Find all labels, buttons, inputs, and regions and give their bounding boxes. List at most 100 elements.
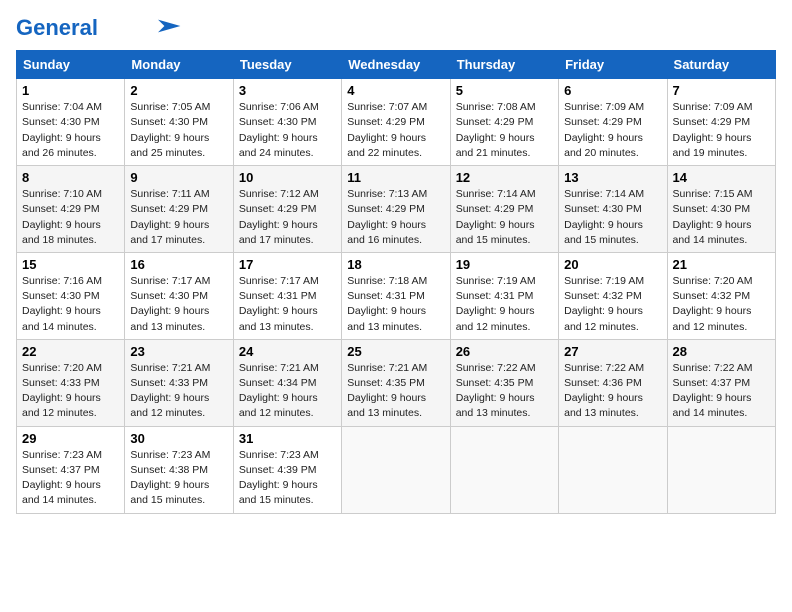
day-number: 11 [347, 170, 444, 185]
day-info: Sunrise: 7:21 AMSunset: 4:35 PMDaylight:… [347, 361, 444, 422]
dow-cell: Sunday [17, 51, 125, 79]
calendar-day: 8 Sunrise: 7:10 AMSunset: 4:29 PMDaylight… [17, 166, 125, 253]
day-number: 4 [347, 83, 444, 98]
day-info: Sunrise: 7:14 AMSunset: 4:29 PMDaylight:… [456, 187, 553, 248]
day-number: 9 [130, 170, 227, 185]
day-number: 20 [564, 257, 661, 272]
calendar-day: 20 Sunrise: 7:19 AMSunset: 4:32 PMDayligh… [559, 252, 667, 339]
day-info: Sunrise: 7:22 AMSunset: 4:35 PMDaylight:… [456, 361, 553, 422]
day-number: 13 [564, 170, 661, 185]
calendar-day: 22 Sunrise: 7:20 AMSunset: 4:33 PMDayligh… [17, 339, 125, 426]
day-number: 22 [22, 344, 119, 359]
day-info: Sunrise: 7:23 AMSunset: 4:38 PMDaylight:… [130, 448, 227, 509]
calendar-day: 27 Sunrise: 7:22 AMSunset: 4:36 PMDayligh… [559, 339, 667, 426]
day-info: Sunrise: 7:17 AMSunset: 4:31 PMDaylight:… [239, 274, 336, 335]
day-number: 1 [22, 83, 119, 98]
calendar-day: 7 Sunrise: 7:09 AMSunset: 4:29 PMDaylight… [667, 79, 775, 166]
day-info: Sunrise: 7:09 AMSunset: 4:29 PMDaylight:… [673, 100, 770, 161]
day-info: Sunrise: 7:06 AMSunset: 4:30 PMDaylight:… [239, 100, 336, 161]
calendar-day: 10 Sunrise: 7:12 AMSunset: 4:29 PMDayligh… [233, 166, 341, 253]
day-number: 16 [130, 257, 227, 272]
day-info: Sunrise: 7:23 AMSunset: 4:37 PMDaylight:… [22, 448, 119, 509]
day-number: 23 [130, 344, 227, 359]
calendar-week: 1 Sunrise: 7:04 AMSunset: 4:30 PMDaylight… [17, 79, 776, 166]
day-number: 3 [239, 83, 336, 98]
day-number: 2 [130, 83, 227, 98]
calendar-day: 30 Sunrise: 7:23 AMSunset: 4:38 PMDayligh… [125, 426, 233, 513]
calendar-day [342, 426, 450, 513]
day-info: Sunrise: 7:19 AMSunset: 4:31 PMDaylight:… [456, 274, 553, 335]
day-number: 30 [130, 431, 227, 446]
day-info: Sunrise: 7:14 AMSunset: 4:30 PMDaylight:… [564, 187, 661, 248]
day-number: 8 [22, 170, 119, 185]
day-info: Sunrise: 7:10 AMSunset: 4:29 PMDaylight:… [22, 187, 119, 248]
dow-cell: Monday [125, 51, 233, 79]
day-number: 28 [673, 344, 770, 359]
calendar-day: 16 Sunrise: 7:17 AMSunset: 4:30 PMDayligh… [125, 252, 233, 339]
day-number: 29 [22, 431, 119, 446]
day-info: Sunrise: 7:21 AMSunset: 4:34 PMDaylight:… [239, 361, 336, 422]
day-number: 31 [239, 431, 336, 446]
day-number: 10 [239, 170, 336, 185]
day-info: Sunrise: 7:22 AMSunset: 4:37 PMDaylight:… [673, 361, 770, 422]
calendar-day: 15Sunrise: 7:16 AMSunset: 4:30 PMDayligh… [17, 252, 125, 339]
calendar-table: SundayMondayTuesdayWednesdayThursdayFrid… [16, 50, 776, 513]
calendar-day: 17 Sunrise: 7:17 AMSunset: 4:31 PMDayligh… [233, 252, 341, 339]
day-number: 7 [673, 83, 770, 98]
day-info: Sunrise: 7:17 AMSunset: 4:30 PMDaylight:… [130, 274, 227, 335]
calendar-day: 26Sunrise: 7:22 AMSunset: 4:35 PMDayligh… [450, 339, 558, 426]
day-info: Sunrise: 7:18 AMSunset: 4:31 PMDaylight:… [347, 274, 444, 335]
calendar-day: 31 Sunrise: 7:23 AMSunset: 4:39 PMDayligh… [233, 426, 341, 513]
day-number: 24 [239, 344, 336, 359]
calendar-day: 13 Sunrise: 7:14 AMSunset: 4:30 PMDayligh… [559, 166, 667, 253]
day-info: Sunrise: 7:15 AMSunset: 4:30 PMDaylight:… [673, 187, 770, 248]
calendar-week: 15Sunrise: 7:16 AMSunset: 4:30 PMDayligh… [17, 252, 776, 339]
calendar-week: 29 Sunrise: 7:23 AMSunset: 4:37 PMDayligh… [17, 426, 776, 513]
calendar-day: 28 Sunrise: 7:22 AMSunset: 4:37 PMDayligh… [667, 339, 775, 426]
day-number: 17 [239, 257, 336, 272]
calendar-day: 19Sunrise: 7:19 AMSunset: 4:31 PMDayligh… [450, 252, 558, 339]
day-number: 6 [564, 83, 661, 98]
calendar-day: 6 Sunrise: 7:09 AMSunset: 4:29 PMDaylight… [559, 79, 667, 166]
day-info: Sunrise: 7:08 AMSunset: 4:29 PMDaylight:… [456, 100, 553, 161]
day-info: Sunrise: 7:22 AMSunset: 4:36 PMDaylight:… [564, 361, 661, 422]
day-info: Sunrise: 7:12 AMSunset: 4:29 PMDaylight:… [239, 187, 336, 248]
day-info: Sunrise: 7:07 AMSunset: 4:29 PMDaylight:… [347, 100, 444, 161]
dow-cell: Wednesday [342, 51, 450, 79]
day-number: 12 [456, 170, 553, 185]
calendar-day: 14Sunrise: 7:15 AMSunset: 4:30 PMDayligh… [667, 166, 775, 253]
calendar-day: 25 Sunrise: 7:21 AMSunset: 4:35 PMDayligh… [342, 339, 450, 426]
day-info: Sunrise: 7:19 AMSunset: 4:32 PMDaylight:… [564, 274, 661, 335]
day-info: Sunrise: 7:23 AMSunset: 4:39 PMDaylight:… [239, 448, 336, 509]
calendar-day: 23 Sunrise: 7:21 AMSunset: 4:33 PMDayligh… [125, 339, 233, 426]
day-info: Sunrise: 7:05 AMSunset: 4:30 PMDaylight:… [130, 100, 227, 161]
page-header: General [16, 16, 776, 38]
day-info: Sunrise: 7:04 AMSunset: 4:30 PMDaylight:… [22, 100, 119, 161]
calendar-day [667, 426, 775, 513]
day-info: Sunrise: 7:09 AMSunset: 4:29 PMDaylight:… [564, 100, 661, 161]
day-info: Sunrise: 7:20 AMSunset: 4:32 PMDaylight:… [673, 274, 770, 335]
logo-icon [150, 17, 182, 35]
calendar-day: 2 Sunrise: 7:05 AMSunset: 4:30 PMDaylight… [125, 79, 233, 166]
day-info: Sunrise: 7:20 AMSunset: 4:33 PMDaylight:… [22, 361, 119, 422]
calendar-week: 22 Sunrise: 7:20 AMSunset: 4:33 PMDayligh… [17, 339, 776, 426]
calendar-day: 4 Sunrise: 7:07 AMSunset: 4:29 PMDaylight… [342, 79, 450, 166]
dow-cell: Thursday [450, 51, 558, 79]
dow-cell: Saturday [667, 51, 775, 79]
calendar-day: 12 Sunrise: 7:14 AMSunset: 4:29 PMDayligh… [450, 166, 558, 253]
day-info: Sunrise: 7:13 AMSunset: 4:29 PMDaylight:… [347, 187, 444, 248]
day-info: Sunrise: 7:21 AMSunset: 4:33 PMDaylight:… [130, 361, 227, 422]
calendar-week: 8 Sunrise: 7:10 AMSunset: 4:29 PMDaylight… [17, 166, 776, 253]
day-number: 27 [564, 344, 661, 359]
day-info: Sunrise: 7:11 AMSunset: 4:29 PMDaylight:… [130, 187, 227, 248]
day-number: 18 [347, 257, 444, 272]
logo: General [16, 16, 182, 38]
calendar-day: 9 Sunrise: 7:11 AMSunset: 4:29 PMDaylight… [125, 166, 233, 253]
day-of-week-header: SundayMondayTuesdayWednesdayThursdayFrid… [17, 51, 776, 79]
calendar-day: 21Sunrise: 7:20 AMSunset: 4:32 PMDayligh… [667, 252, 775, 339]
dow-cell: Tuesday [233, 51, 341, 79]
day-number: 15 [22, 257, 119, 272]
day-number: 25 [347, 344, 444, 359]
calendar-day: 24 Sunrise: 7:21 AMSunset: 4:34 PMDayligh… [233, 339, 341, 426]
day-number: 5 [456, 83, 553, 98]
